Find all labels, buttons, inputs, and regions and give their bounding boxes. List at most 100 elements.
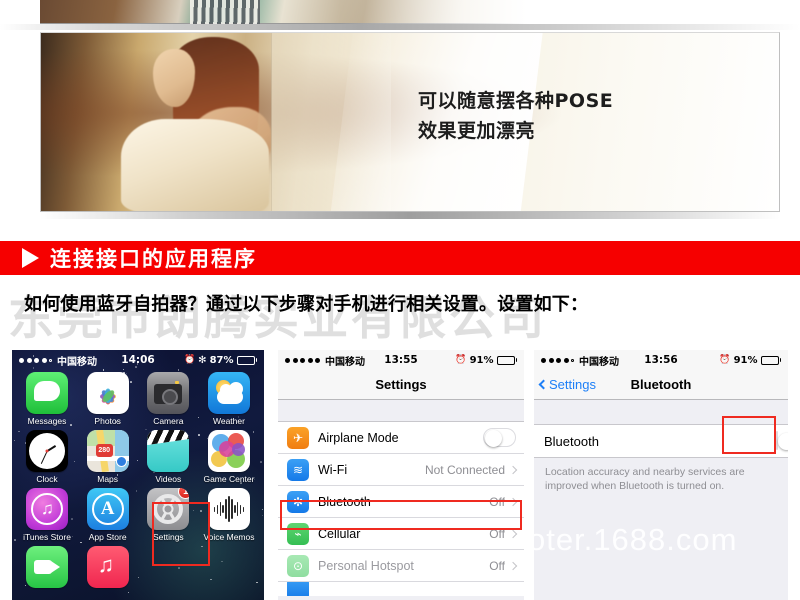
home-app-grid: Messages Photos Camera Weather Clock 280… — [12, 372, 264, 592]
app-label: Clock — [36, 474, 58, 484]
facetime-icon[interactable] — [26, 546, 68, 588]
music-icon[interactable]: ♫ — [86, 546, 129, 588]
app-label: Settings — [152, 532, 184, 542]
app-itunes-store[interactable]: ♫ iTunes Store — [20, 488, 74, 542]
bluetooth-status-icon: ✻ — [198, 354, 207, 366]
videos-icon[interactable] — [147, 430, 190, 472]
app-store-icon[interactable]: A — [86, 488, 129, 530]
camera-icon[interactable] — [147, 372, 190, 414]
app-slot-empty-2 — [202, 546, 256, 588]
app-app-store[interactable]: A App Store — [81, 488, 135, 542]
bluetooth-icon: ✻ — [287, 490, 309, 513]
home-status-right: ⏰ ✻ 87% — [184, 355, 257, 366]
settings-row-airplane-mode[interactable]: ✈ Airplane Mode — [278, 422, 524, 454]
app-label: Voice Memos — [203, 532, 255, 542]
bluetooth-group-gap — [534, 400, 788, 424]
settings-row-label: Bluetooth — [318, 494, 371, 509]
app-maps[interactable]: 280 Maps — [81, 430, 135, 484]
settings-row-cellular[interactable]: ⌁ Cellular Off — [278, 518, 524, 550]
app-photos[interactable]: Photos — [81, 372, 135, 426]
chevron-right-icon — [508, 497, 518, 506]
home-status-bar: 中国移动 14:06 ⏰ ✻ 87% — [12, 350, 264, 370]
app-label: Photos — [94, 416, 121, 426]
bluetooth-toggle-wrap[interactable] — [776, 431, 788, 450]
app-label: Videos — [155, 474, 182, 484]
app-settings[interactable]: 1 Settings — [141, 488, 195, 542]
app-label: Messages — [27, 416, 67, 426]
home-row-3: ♫ iTunes Store A App Store 1 Settings Vo… — [20, 488, 256, 542]
app-videos[interactable]: Videos — [141, 430, 195, 484]
maps-icon[interactable]: 280 — [86, 430, 129, 472]
photos-icon[interactable] — [86, 372, 129, 414]
app-slot-empty-1 — [141, 546, 195, 588]
maps-shield-label: 280 — [95, 444, 113, 457]
chevron-right-icon — [508, 561, 518, 570]
airplane-icon: ✈ — [287, 426, 309, 449]
app-voice-memos[interactable]: Voice Memos — [202, 488, 256, 542]
screenshot-row: 中国移动 14:06 ⏰ ✻ 87% Messages Photos Camer… — [0, 350, 800, 600]
hotspot-value: Off — [489, 558, 505, 573]
bluetooth-toggle-row[interactable]: Bluetooth — [534, 424, 788, 458]
app-music[interactable]: ♫ — [81, 546, 135, 588]
bluetooth-status-bar: 中国移动 13:56 ⏰ 91% — [534, 350, 788, 370]
triangle-right-icon — [22, 248, 39, 268]
settings-row-bluetooth[interactable]: ✻ Bluetooth Off — [278, 486, 524, 518]
ios-settings-screenshot: 中国移动 13:55 ⏰ 91% Settings ✈ Airplane Mod… — [278, 350, 524, 600]
settings-row-control[interactable]: Off — [489, 527, 524, 541]
settings-status-bar: 中国移动 13:55 ⏰ 91% — [278, 350, 524, 370]
voice-memos-icon[interactable] — [207, 488, 250, 530]
settings-status-right: ⏰ 91% — [455, 355, 517, 366]
cellular-icon: ⌁ — [287, 522, 309, 545]
app-facetime[interactable] — [20, 546, 74, 588]
intro-paragraph: 如何使用蓝牙自拍器？通过以下步骤对手机进行相关设置。设置如下： — [24, 294, 589, 315]
app-weather[interactable]: Weather — [202, 372, 256, 426]
hero-strip-fade — [340, 0, 580, 24]
alarm-icon: ⏰ — [183, 355, 196, 365]
airplane-mode-toggle[interactable] — [483, 428, 516, 447]
settings-row-personal-hotspot[interactable]: ⊙ Personal Hotspot Off — [278, 550, 524, 582]
settings-row-control[interactable]: Off — [489, 559, 524, 573]
settings-row-label: Personal Hotspot — [318, 558, 414, 573]
game-center-icon[interactable] — [207, 430, 250, 472]
home-row-4: ♫ — [20, 546, 256, 588]
messages-icon[interactable] — [26, 372, 68, 414]
app-messages[interactable]: Messages — [20, 372, 74, 426]
cellular-value: Off — [489, 526, 505, 541]
product-detail-page: 可以随意摆各种POSE 效果更加漂亮 连接接口的应用程序 东莞市朗腾实业有限公司… — [0, 0, 800, 600]
bluetooth-battery-label: 91% — [733, 354, 758, 366]
home-battery-label: 87% — [209, 354, 234, 366]
settings-list: ✈ Airplane Mode ≋ Wi-Fi Not Connected ✻ — [278, 422, 524, 596]
wifi-icon: ≋ — [287, 458, 309, 481]
settings-group-gap — [278, 400, 524, 422]
settings-row-control[interactable]: Off — [489, 495, 524, 509]
bluetooth-nav-bar: Settings Bluetooth — [534, 370, 788, 400]
app-label: Camera — [153, 416, 184, 426]
hotspot-icon: ⊙ — [287, 554, 309, 577]
settings-row-wifi[interactable]: ≋ Wi-Fi Not Connected — [278, 454, 524, 486]
hero-bottom-divider — [40, 212, 780, 219]
app-camera[interactable]: Camera — [141, 372, 195, 426]
bluetooth-toggle[interactable] — [776, 431, 788, 450]
chevron-right-icon — [508, 529, 518, 538]
clock-icon[interactable] — [26, 430, 68, 472]
settings-row-partial[interactable] — [278, 582, 524, 596]
settings-battery-label: 91% — [469, 354, 494, 366]
settings-nav-bar: Settings — [278, 370, 524, 400]
hero-caption: 可以随意摆各种POSE 效果更加漂亮 — [418, 90, 614, 142]
hero-divider — [0, 24, 800, 30]
hero-strip-pattern — [190, 0, 260, 24]
weather-icon[interactable] — [207, 372, 250, 414]
settings-title: Settings — [375, 377, 427, 392]
section-banner: 连接接口的应用程序 — [0, 241, 800, 275]
back-button[interactable]: Settings — [538, 377, 596, 392]
settings-row-label: Airplane Mode — [318, 430, 399, 445]
settings-row-control[interactable]: Not Connected — [425, 463, 524, 477]
section-banner-title: 连接接口的应用程序 — [50, 247, 257, 271]
app-clock[interactable]: Clock — [20, 430, 74, 484]
app-game-center[interactable]: Game Center — [202, 430, 256, 484]
app-label: Maps — [97, 474, 119, 484]
settings-row-control[interactable] — [483, 428, 524, 447]
home-row-2: Clock 280 Maps Videos Game Center — [20, 430, 256, 484]
settings-icon[interactable]: 1 — [147, 488, 190, 530]
itunes-store-icon[interactable]: ♫ — [26, 488, 68, 530]
